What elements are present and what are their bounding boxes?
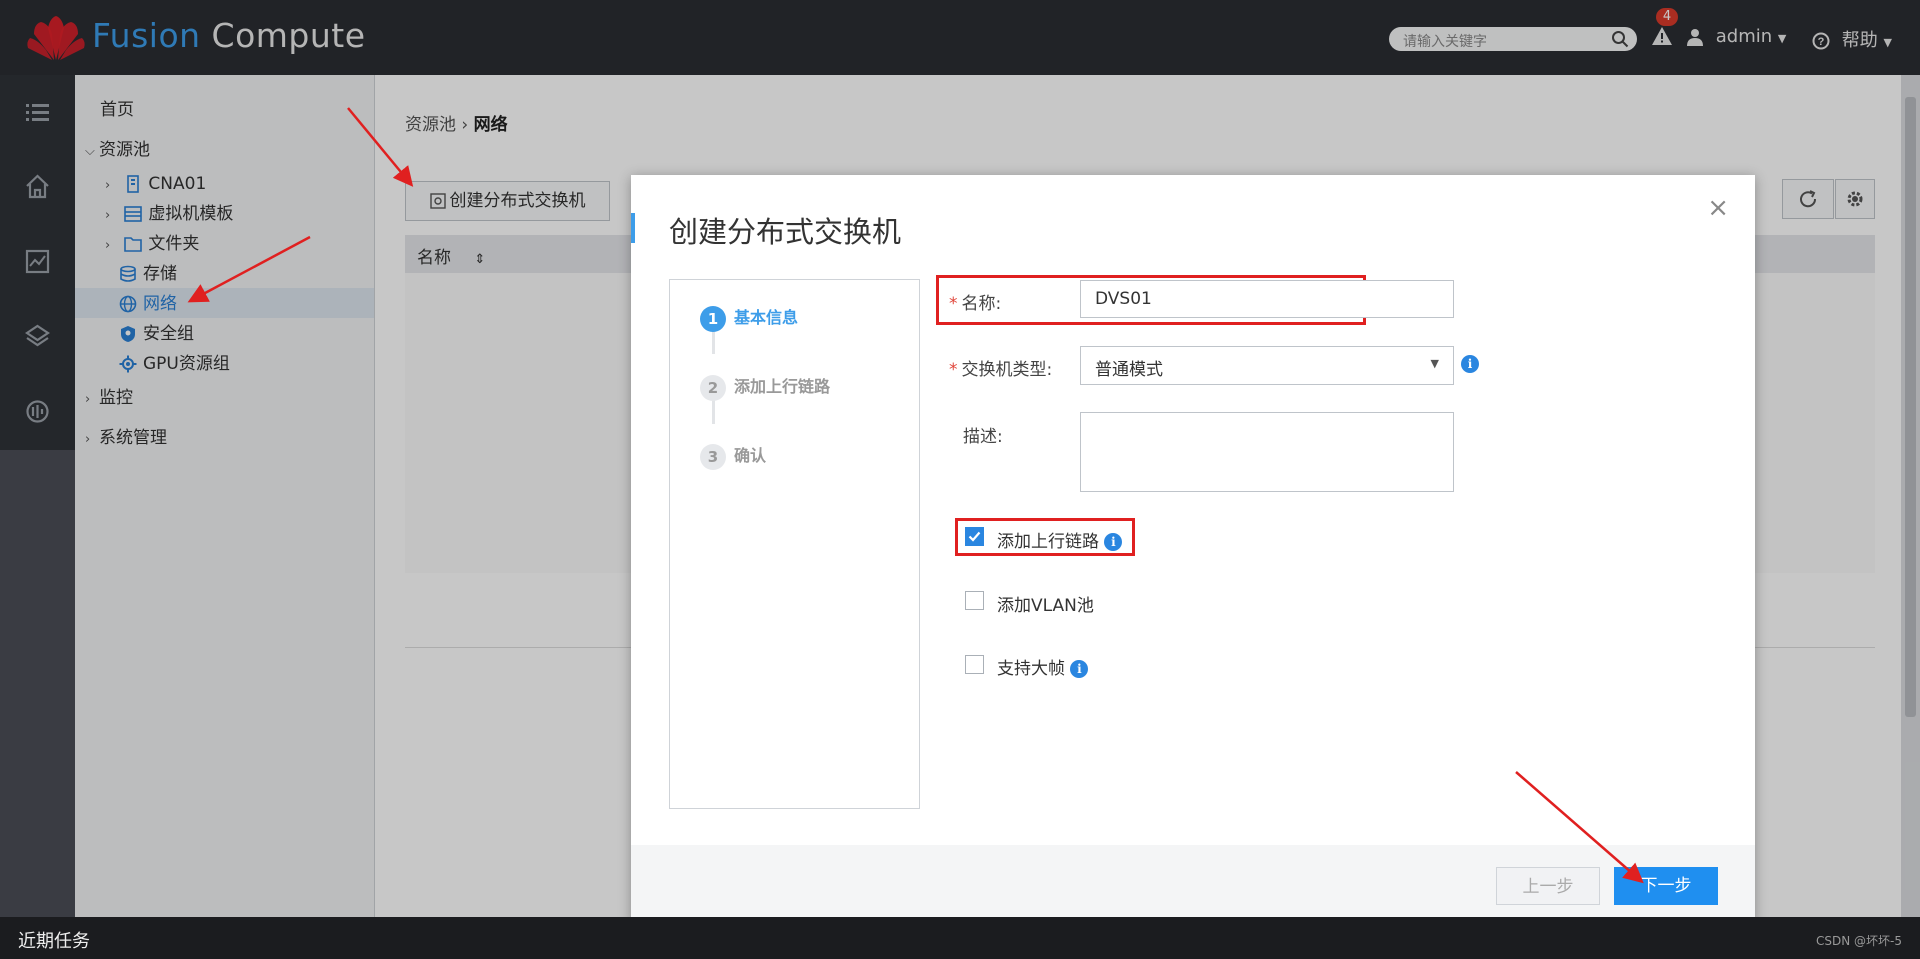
- name-label: * 名称:: [949, 294, 1002, 314]
- caret-down-icon: ▼: [1430, 357, 1439, 370]
- dialog-title: 创建分布式交换机: [669, 215, 902, 249]
- switch-type-select[interactable]: 普通模式 ▼: [1080, 346, 1454, 385]
- step-label: 基本信息: [734, 308, 799, 327]
- add-vlan-pool-label[interactable]: 添加VLAN池: [997, 591, 1094, 616]
- name-field[interactable]: DVS01: [1080, 280, 1454, 318]
- info-icon[interactable]: i: [1070, 660, 1089, 678]
- select-value: 普通模式: [1095, 360, 1163, 380]
- step-connector: [712, 400, 715, 424]
- checkbox-text: 支持大帧: [997, 659, 1065, 679]
- checkbox-text: 添加上行链路: [997, 532, 1099, 552]
- step-label: 添加上行链路: [734, 377, 831, 396]
- next-button[interactable]: 下一步: [1614, 867, 1718, 905]
- add-vlan-pool-checkbox[interactable]: [965, 591, 984, 610]
- check-icon: [968, 531, 981, 542]
- previous-button[interactable]: 上一步: [1496, 867, 1600, 905]
- title-accent-bar: [631, 213, 635, 243]
- add-uplink-checkbox[interactable]: [965, 527, 984, 546]
- watermark: CSDN @坏坏-5: [1816, 934, 1902, 948]
- step-confirm: 3 确认: [700, 442, 766, 470]
- bottom-bar: 近期任务 CSDN @坏坏-5: [0, 917, 1920, 959]
- label-text: 交换机类型:: [961, 360, 1053, 380]
- wizard-steps: 1 基本信息 2 添加上行链路 3 确认: [669, 279, 920, 809]
- switch-type-label: * 交换机类型:: [949, 360, 1053, 380]
- step-add-uplink: 2 添加上行链路: [700, 373, 830, 401]
- jumbo-frame-checkbox[interactable]: [965, 655, 984, 674]
- step-number: 3: [700, 443, 726, 470]
- create-dvs-dialog: 创建分布式交换机 × 1 基本信息 2 添加上行链路 3 确认 * 名称: DVS01 …: [631, 175, 1755, 924]
- description-textarea[interactable]: [1080, 412, 1454, 492]
- dialog-footer: 上一步 下一步: [631, 845, 1755, 924]
- add-uplink-label[interactable]: 添加上行链路 i: [997, 527, 1123, 552]
- description-label: 描述:: [963, 427, 1003, 447]
- close-icon[interactable]: ×: [1707, 193, 1729, 223]
- info-icon[interactable]: i: [1104, 533, 1123, 551]
- info-icon[interactable]: i: [1461, 355, 1479, 373]
- step-number: 2: [700, 374, 726, 401]
- label-text: 名称:: [961, 294, 1002, 314]
- step-number: 1: [700, 305, 726, 332]
- step-label: 确认: [734, 446, 767, 465]
- step-basic-info: 1 基本信息: [700, 304, 798, 332]
- jumbo-frame-label[interactable]: 支持大帧 i: [997, 654, 1089, 679]
- recent-tasks-button[interactable]: 近期任务: [18, 927, 90, 953]
- step-connector: [712, 330, 715, 354]
